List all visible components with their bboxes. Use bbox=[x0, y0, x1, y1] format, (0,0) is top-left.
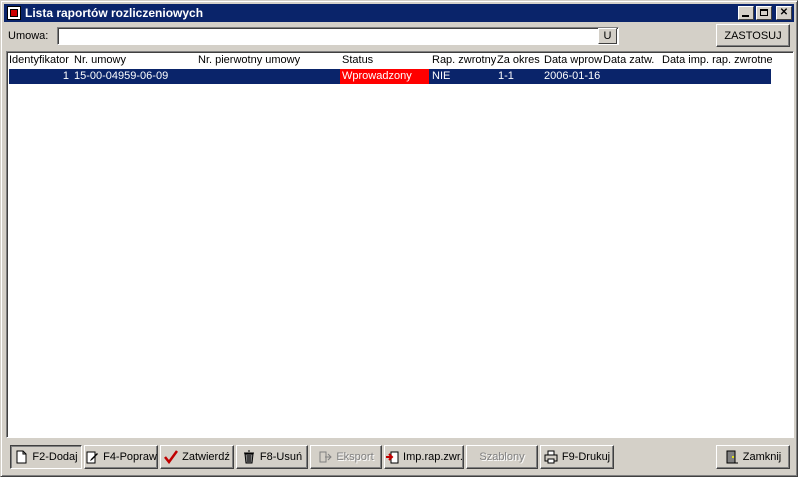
export-icon bbox=[318, 450, 333, 464]
minimize-button[interactable] bbox=[738, 6, 754, 20]
minimize-icon bbox=[742, 15, 749, 17]
close-icon: ✕ bbox=[779, 7, 789, 18]
table-row[interactable]: 1 15-00-04959-06-09 Wprowadzony NIE 1-1 … bbox=[9, 69, 771, 84]
close-window-button[interactable]: ✕ bbox=[776, 6, 792, 20]
col-id[interactable]: Identyfikator bbox=[9, 54, 73, 66]
export-button-label: Eksport bbox=[336, 451, 374, 463]
import-icon bbox=[385, 450, 399, 464]
reports-table[interactable]: Identyfikator Nr. umowy Nr. pierwotny um… bbox=[6, 51, 794, 438]
filter-bar: Umowa: bbox=[8, 26, 52, 46]
templates-button[interactable]: Szablony bbox=[466, 445, 538, 469]
exit-door-icon bbox=[725, 450, 739, 464]
approve-button-label: Zatwierdź bbox=[182, 451, 230, 463]
cell-status: Wprowadzony bbox=[340, 69, 429, 84]
app-icon bbox=[7, 6, 21, 20]
col-period[interactable]: Za okres bbox=[497, 54, 542, 66]
apply-button[interactable]: ZASTOSUJ bbox=[716, 24, 790, 47]
edit-button-label: F4-Popraw bbox=[103, 451, 157, 463]
cell-id: 1 bbox=[62, 70, 69, 82]
import-button-label: Imp.rap.zwr. bbox=[403, 451, 463, 463]
export-button[interactable]: Eksport bbox=[310, 445, 382, 469]
col-status[interactable]: Status bbox=[342, 54, 430, 66]
window-title: Lista raportów rozliczeniowych bbox=[25, 6, 204, 20]
add-button-label: F2-Dodaj bbox=[32, 451, 78, 463]
delete-button-label: F8-Usuń bbox=[259, 451, 303, 463]
print-button-label: F9-Drukuj bbox=[561, 451, 611, 463]
col-contract[interactable]: Nr. umowy bbox=[74, 54, 194, 66]
templates-button-label: Szablony bbox=[479, 451, 525, 463]
contract-label: Umowa: bbox=[8, 30, 49, 42]
contract-input[interactable] bbox=[57, 27, 619, 45]
cell-contract: 15-00-04959-06-09 bbox=[74, 70, 169, 82]
cell-return-report: NIE bbox=[432, 70, 451, 82]
maximize-button[interactable] bbox=[756, 6, 772, 20]
col-import-date[interactable]: Data imp. rap. zwrotneg bbox=[662, 54, 772, 66]
bottom-toolbar: F2-Dodaj F4-Popraw Zatwierdź F8-Usuń Eks… bbox=[6, 443, 794, 471]
title-bar[interactable]: Lista raportów rozliczeniowych ✕ bbox=[4, 4, 794, 22]
close-button-label: Zamknij bbox=[742, 451, 782, 463]
edit-document-icon bbox=[85, 450, 99, 464]
u-button[interactable]: U bbox=[598, 28, 617, 44]
cell-entry-date: 2006-01-16 bbox=[544, 70, 601, 82]
add-button[interactable]: F2-Dodaj bbox=[10, 445, 82, 469]
import-button[interactable]: Imp.rap.zwr. bbox=[384, 445, 464, 469]
printer-icon bbox=[544, 450, 558, 464]
trash-icon bbox=[242, 450, 256, 464]
col-original-contract[interactable]: Nr. pierwotny umowy bbox=[198, 54, 338, 66]
print-button[interactable]: F9-Drukuj bbox=[540, 445, 614, 469]
cell-period: 1-1 bbox=[498, 70, 514, 82]
col-entry-date[interactable]: Data wprow bbox=[544, 54, 602, 66]
close-button[interactable]: Zamknij bbox=[716, 445, 790, 469]
delete-button[interactable]: F8-Usuń bbox=[236, 445, 308, 469]
checkmark-icon bbox=[164, 450, 179, 464]
document-icon bbox=[14, 450, 28, 464]
approve-button[interactable]: Zatwierdź bbox=[160, 445, 234, 469]
maximize-icon bbox=[760, 9, 768, 16]
col-approval-date[interactable]: Data zatw. bbox=[603, 54, 661, 66]
edit-button[interactable]: F4-Popraw bbox=[84, 445, 158, 469]
col-return-report[interactable]: Rap. zwrotny bbox=[432, 54, 496, 66]
